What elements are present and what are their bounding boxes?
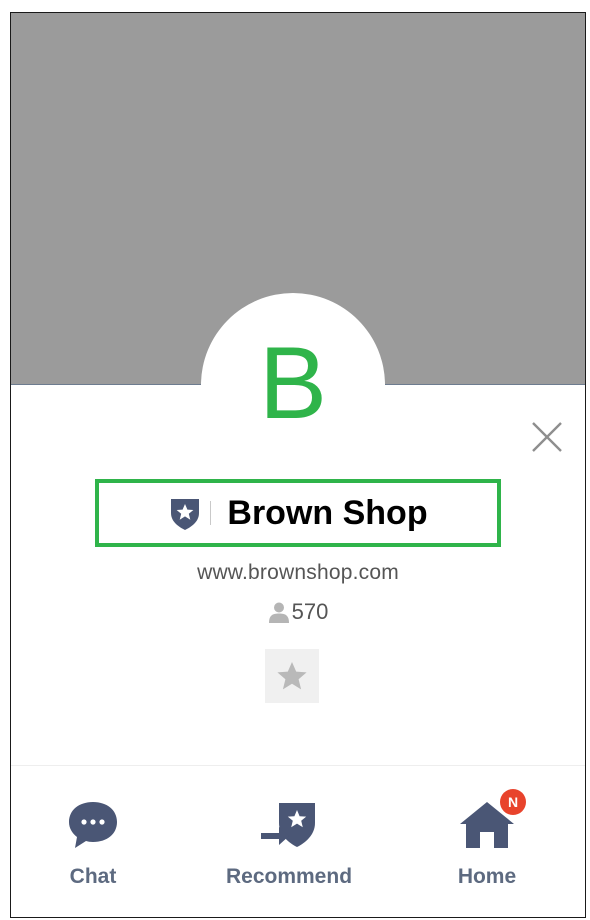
website-link[interactable]: www.brownshop.com	[11, 561, 585, 585]
home-button[interactable]: N Home	[397, 789, 577, 889]
notification-badge: N	[500, 789, 526, 815]
badge-divider	[210, 501, 212, 525]
close-button[interactable]	[527, 417, 567, 457]
chat-button[interactable]: Chat	[11, 797, 183, 889]
profile-popup: B Brown Shop www.brownshop.com 570 Chat …	[10, 12, 586, 918]
home-label: Home	[457, 865, 517, 888]
recommend-label: Recommend	[225, 865, 353, 888]
chat-bubble-icon	[69, 802, 117, 848]
chat-label: Chat	[69, 865, 117, 888]
divider	[11, 765, 585, 766]
avatar: B	[201, 293, 385, 477]
star-icon	[277, 662, 307, 690]
favorite-button[interactable]	[265, 649, 319, 703]
follower-count: 570	[11, 599, 585, 625]
recommend-button[interactable]: Recommend	[199, 797, 379, 889]
shield-star-icon	[168, 494, 202, 532]
avatar-letter: B	[258, 326, 328, 440]
close-icon	[532, 422, 562, 452]
shop-name-highlight: Brown Shop	[95, 479, 501, 547]
recommend-share-icon	[261, 803, 315, 847]
shop-name: Brown Shop	[227, 493, 428, 532]
person-icon	[268, 602, 289, 623]
follower-count-value: 570	[291, 599, 329, 624]
